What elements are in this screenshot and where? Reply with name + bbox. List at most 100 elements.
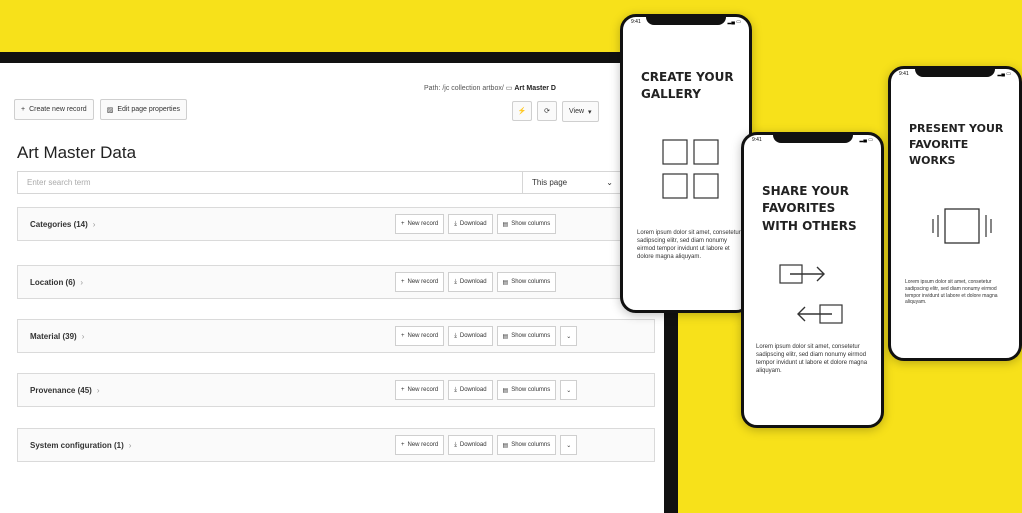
scope-select[interactable]: This page ⌄ [523, 171, 623, 194]
panel-system-configuration[interactable]: System configuration (1) › + New record ⤓ D… [17, 428, 655, 462]
new-record-label: New record [407, 442, 439, 448]
download-label: Download [459, 279, 487, 285]
page-title: Art Master Data [17, 143, 137, 162]
show-columns-label: Show columns [511, 221, 551, 227]
panel-location[interactable]: Location (6) › + New record ⤓ Download ▤ Sho… [17, 265, 655, 299]
show-columns-label: Show columns [511, 333, 551, 339]
chevron-right-icon: › [96, 385, 100, 395]
show-columns-button[interactable]: ▤ Show columns [496, 214, 557, 234]
flash-button[interactable]: ⚡ [512, 101, 532, 121]
panel-title: System configuration (1) [30, 440, 124, 450]
scope-select-value: This page [532, 178, 568, 187]
download-label: Download [459, 387, 487, 393]
show-columns-button[interactable]: ▤ Show columns [496, 272, 557, 292]
phone-heading: CREATE YOUR GALLERY [641, 70, 734, 102]
panel-title: Location (6) [30, 277, 76, 287]
plus-icon: + [401, 333, 405, 339]
plus-icon: + [401, 387, 405, 393]
new-record-button[interactable]: + New record [395, 326, 445, 346]
chevron-right-icon: › [81, 331, 85, 341]
chevron-right-icon: › [80, 277, 84, 287]
edit-page-icon: ▨ [106, 106, 114, 114]
signal-battery-icon: ▂▄ ▭ [997, 71, 1011, 77]
new-record-label: New record [407, 387, 439, 393]
columns-icon: ▤ [502, 279, 509, 286]
phone-body-text: Lorem ipsum dolor sit amet, consetetur s… [756, 344, 868, 375]
status-time: 9:41 [631, 19, 641, 25]
more-options-button[interactable]: ⌄ [560, 380, 578, 400]
chevron-down-icon: ⌄ [566, 387, 572, 394]
chevron-down-icon: ⌄ [566, 333, 572, 340]
create-new-record-label: Create new record [29, 106, 87, 113]
phone-present: 9:41 ▂▄ ▭ PRESENT YOUR FAVORITE WORKS Lo… [888, 66, 1022, 361]
download-icon: ⤓ [454, 278, 457, 285]
new-record-button[interactable]: + New record [395, 380, 445, 400]
phone-gallery: 9:41 ▂▄ ▭ CREATE YOUR GALLERY Lorem ipsu… [620, 14, 752, 313]
signal-battery-icon: ▂▄ ▭ [859, 137, 873, 143]
new-record-label: New record [407, 279, 439, 285]
download-label: Download [459, 442, 487, 448]
caret-down-icon: ▾ [588, 108, 592, 116]
folder-icon: ▭ [505, 85, 513, 92]
status-time: 9:41 [899, 71, 909, 77]
phone-body-text: Lorem ipsum dolor sit amet, consetetur s… [905, 279, 998, 306]
lightning-icon: ⚡ [517, 108, 527, 115]
columns-icon: ▤ [502, 221, 509, 228]
download-button[interactable]: ⤓ Download [448, 435, 493, 455]
reload-button[interactable]: ⟳ [537, 101, 557, 121]
panel-categories[interactable]: Categories (14) › + New record ⤓ Download ▤… [17, 207, 655, 241]
download-button[interactable]: ⤓ Download [448, 326, 493, 346]
breadcrumb: Path: /jc collection artbox/ ▭ Art Maste… [424, 84, 556, 92]
show-columns-button[interactable]: ▤ Show columns [496, 435, 557, 455]
download-icon: ⤓ [454, 441, 457, 448]
search-input[interactable]: Enter search term [17, 171, 523, 194]
create-new-record-button[interactable]: + Create new record [14, 99, 94, 120]
plus-icon: + [401, 279, 405, 285]
path-label: Path: [424, 85, 441, 92]
download-icon: ⤓ [454, 332, 457, 339]
chevron-down-icon: ⌄ [566, 442, 572, 449]
plus-icon: + [401, 442, 405, 448]
panel-title: Material (39) [30, 331, 77, 341]
new-record-button[interactable]: + New record [395, 435, 445, 455]
download-button[interactable]: ⤓ Download [448, 272, 493, 292]
new-record-button[interactable]: + New record [395, 214, 445, 234]
view-dropdown[interactable]: View ▾ [562, 101, 599, 122]
view-label: View [569, 108, 585, 115]
cms-window: Path: /jc collection artbox/ ▭ Art Maste… [0, 63, 664, 513]
plus-icon: + [401, 221, 405, 227]
panel-provenance[interactable]: Provenance (45) › + New record ⤓ Download ▤… [17, 373, 655, 407]
path-current: Art Master D [514, 85, 556, 92]
refresh-icon: ⟳ [544, 108, 550, 115]
show-columns-button[interactable]: ▤ Show columns [496, 380, 557, 400]
download-icon: ⤓ [454, 220, 457, 227]
download-button[interactable]: ⤓ Download [448, 214, 493, 234]
download-label: Download [459, 221, 487, 227]
more-options-button[interactable]: ⌄ [560, 326, 578, 346]
panel-title: Categories (14) [30, 219, 88, 229]
phone-notch [772, 135, 853, 143]
plus-icon: + [21, 106, 26, 113]
columns-icon: ▤ [502, 442, 509, 449]
show-columns-label: Show columns [511, 279, 551, 285]
panel-material[interactable]: Material (39) › + New record ⤓ Download ▤ Sh… [17, 319, 655, 353]
download-label: Download [459, 333, 487, 339]
edit-page-properties-button[interactable]: ▨ Edit page properties [99, 99, 187, 120]
edit-page-label: Edit page properties [117, 106, 180, 113]
new-record-button[interactable]: + New record [395, 272, 445, 292]
download-button[interactable]: ⤓ Download [448, 380, 493, 400]
more-options-button[interactable]: ⌄ [560, 435, 578, 455]
show-columns-label: Show columns [511, 387, 551, 393]
path-value[interactable]: /jc collection artbox/ [442, 85, 503, 92]
chevron-right-icon: › [128, 440, 132, 450]
show-columns-label: Show columns [511, 442, 551, 448]
show-columns-button[interactable]: ▤ Show columns [496, 326, 557, 346]
gallery-grid-icon [662, 139, 719, 199]
chevron-down-icon: ⌄ [606, 178, 613, 187]
share-arrows-icon [779, 264, 843, 324]
new-record-label: New record [407, 333, 439, 339]
phone-heading: SHARE YOUR FAVORITES WITH OTHERS [762, 184, 857, 233]
phone-share: 9:41 ▂▄ ▭ SHARE YOUR FAVORITES WITH OTHE… [741, 132, 884, 428]
signal-battery-icon: ▂▄ ▭ [727, 19, 741, 25]
chevron-right-icon: › [92, 219, 96, 229]
